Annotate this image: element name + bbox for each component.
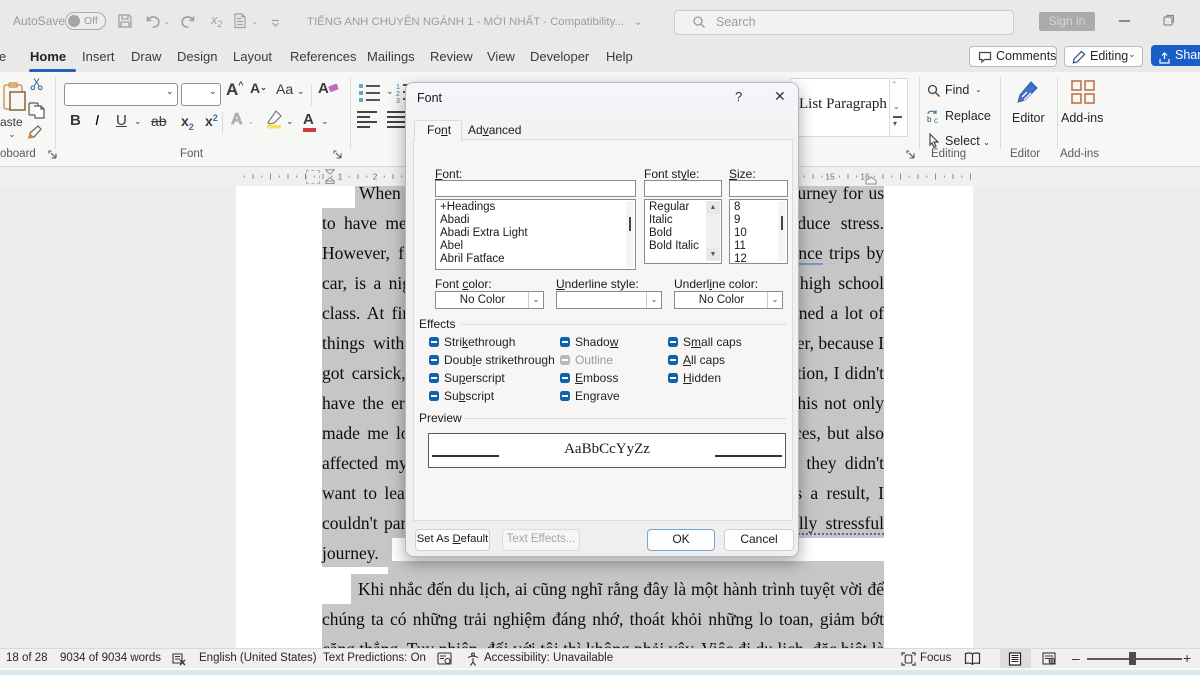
svg-text:1: 1 [396,84,400,91]
svg-text:1: 1 [338,172,343,182]
svg-text:3: 3 [396,98,400,103]
svg-text:2: 2 [373,172,378,182]
svg-text:15: 15 [825,172,835,182]
svg-text:c: c [934,116,938,124]
svg-text:2: 2 [396,91,400,98]
svg-text:b: b [927,115,932,124]
